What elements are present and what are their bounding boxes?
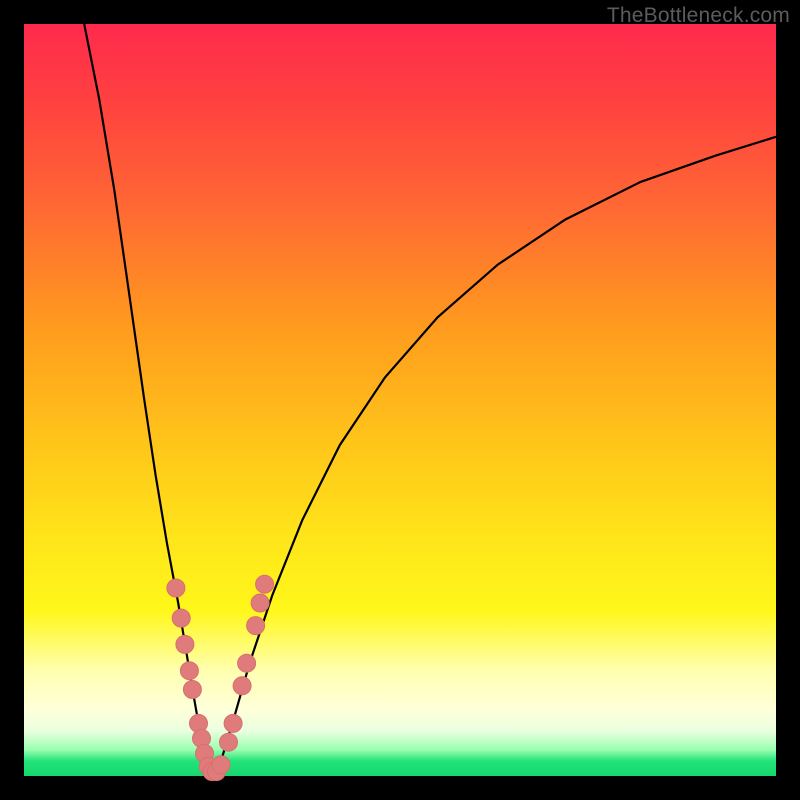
marker-dot (224, 714, 242, 732)
marker-dot (238, 654, 256, 672)
watermark-text: TheBottleneck.com (607, 4, 790, 28)
marker-dot (180, 662, 198, 680)
marker-dot (167, 579, 185, 597)
marker-dot (233, 677, 251, 695)
chart-frame: TheBottleneck.com (0, 0, 800, 800)
marker-dot (183, 681, 201, 699)
plot-area (24, 24, 776, 776)
marker-dot (176, 635, 194, 653)
marker-group (167, 575, 274, 780)
chart-svg (24, 24, 776, 776)
marker-dot (247, 617, 265, 635)
marker-dot (212, 756, 230, 774)
marker-dot (172, 609, 190, 627)
marker-dot (220, 733, 238, 751)
marker-dot (251, 594, 269, 612)
marker-dot (256, 575, 274, 593)
curve-right (217, 137, 777, 776)
